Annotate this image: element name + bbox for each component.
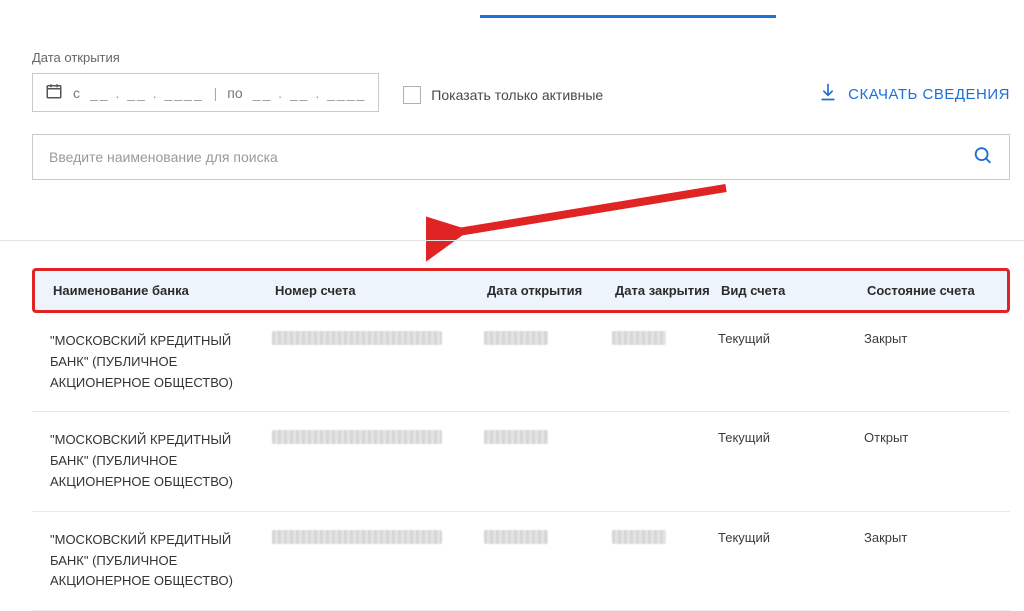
annotation-arrow-icon <box>426 176 746 276</box>
cell-close-date <box>612 530 718 547</box>
date-range-input[interactable]: с __ . __ . ____ | по __ . __ . ____ <box>32 73 379 112</box>
cell-bank: "МОСКОВСКИЙ КРЕДИТНЫЙ БАНК" (ПУБЛИЧНОЕ А… <box>40 331 272 393</box>
redacted-icon <box>612 530 666 544</box>
search-icon[interactable] <box>972 145 994 170</box>
cell-bank: "МОСКОВСКИЙ КРЕДИТНЫЙ БАНК" (ПУБЛИЧНОЕ А… <box>40 530 272 592</box>
redacted-icon <box>484 331 548 345</box>
cell-account <box>272 530 484 547</box>
search-placeholder: Введите наименование для поиска <box>49 149 278 165</box>
cell-type: Текущий <box>718 331 864 346</box>
download-icon <box>818 82 838 106</box>
download-label: СКАЧАТЬ СВЕДЕНИЯ <box>848 86 1010 103</box>
cell-state: Закрыт <box>864 530 1002 545</box>
date-to-placeholder: __ . __ . ____ <box>253 85 367 101</box>
table-row[interactable]: "МОСКОВСКИЙ КРЕДИТНЫЙ БАНК" (ПУБЛИЧНОЕ А… <box>32 512 1010 611</box>
cell-account <box>272 331 484 348</box>
active-only-label: Показать только активные <box>431 87 603 103</box>
search-input[interactable]: Введите наименование для поиска <box>32 134 1010 180</box>
active-only-checkbox[interactable]: Показать только активные <box>403 86 603 112</box>
date-from-placeholder: __ . __ . ____ <box>90 85 204 101</box>
date-range-label: Дата открытия <box>32 50 379 65</box>
col-header-open-date[interactable]: Дата открытия <box>487 283 615 298</box>
redacted-icon <box>484 530 548 544</box>
download-button[interactable]: СКАЧАТЬ СВЕДЕНИЯ <box>818 82 1010 112</box>
redacted-icon <box>612 331 666 345</box>
redacted-icon <box>272 430 442 444</box>
accounts-table: Наименование банка Номер счета Дата откр… <box>32 268 1010 611</box>
calendar-icon <box>45 82 63 103</box>
cell-open-date <box>484 530 612 547</box>
cell-account <box>272 430 484 447</box>
redacted-icon <box>272 331 442 345</box>
date-to-prefix: по <box>227 85 242 101</box>
cell-open-date <box>484 331 612 348</box>
cell-state: Открыт <box>864 430 1002 445</box>
active-tab-indicator <box>480 15 776 18</box>
redacted-icon <box>484 430 548 444</box>
cell-bank: "МОСКОВСКИЙ КРЕДИТНЫЙ БАНК" (ПУБЛИЧНОЕ А… <box>40 430 272 492</box>
col-header-type[interactable]: Вид счета <box>721 283 867 298</box>
section-divider <box>0 240 1024 241</box>
table-row[interactable]: "МОСКОВСКИЙ КРЕДИТНЫЙ БАНК" (ПУБЛИЧНОЕ А… <box>32 313 1010 412</box>
cell-type: Текущий <box>718 430 864 445</box>
cell-close-date <box>612 331 718 348</box>
col-header-account[interactable]: Номер счета <box>275 283 487 298</box>
cell-open-date <box>484 430 612 447</box>
checkbox-icon <box>403 86 421 104</box>
table-header-row: Наименование банка Номер счета Дата откр… <box>32 268 1010 313</box>
col-header-close-date[interactable]: Дата закрытия <box>615 283 721 298</box>
col-header-state[interactable]: Состояние счета <box>867 283 999 298</box>
date-from-prefix: с <box>73 85 80 101</box>
redacted-icon <box>272 530 442 544</box>
table-row[interactable]: "МОСКОВСКИЙ КРЕДИТНЫЙ БАНК" (ПУБЛИЧНОЕ А… <box>32 412 1010 511</box>
col-header-bank[interactable]: Наименование банка <box>43 283 275 298</box>
cell-state: Закрыт <box>864 331 1002 346</box>
date-separator: | <box>214 85 218 101</box>
cell-type: Текущий <box>718 530 864 545</box>
